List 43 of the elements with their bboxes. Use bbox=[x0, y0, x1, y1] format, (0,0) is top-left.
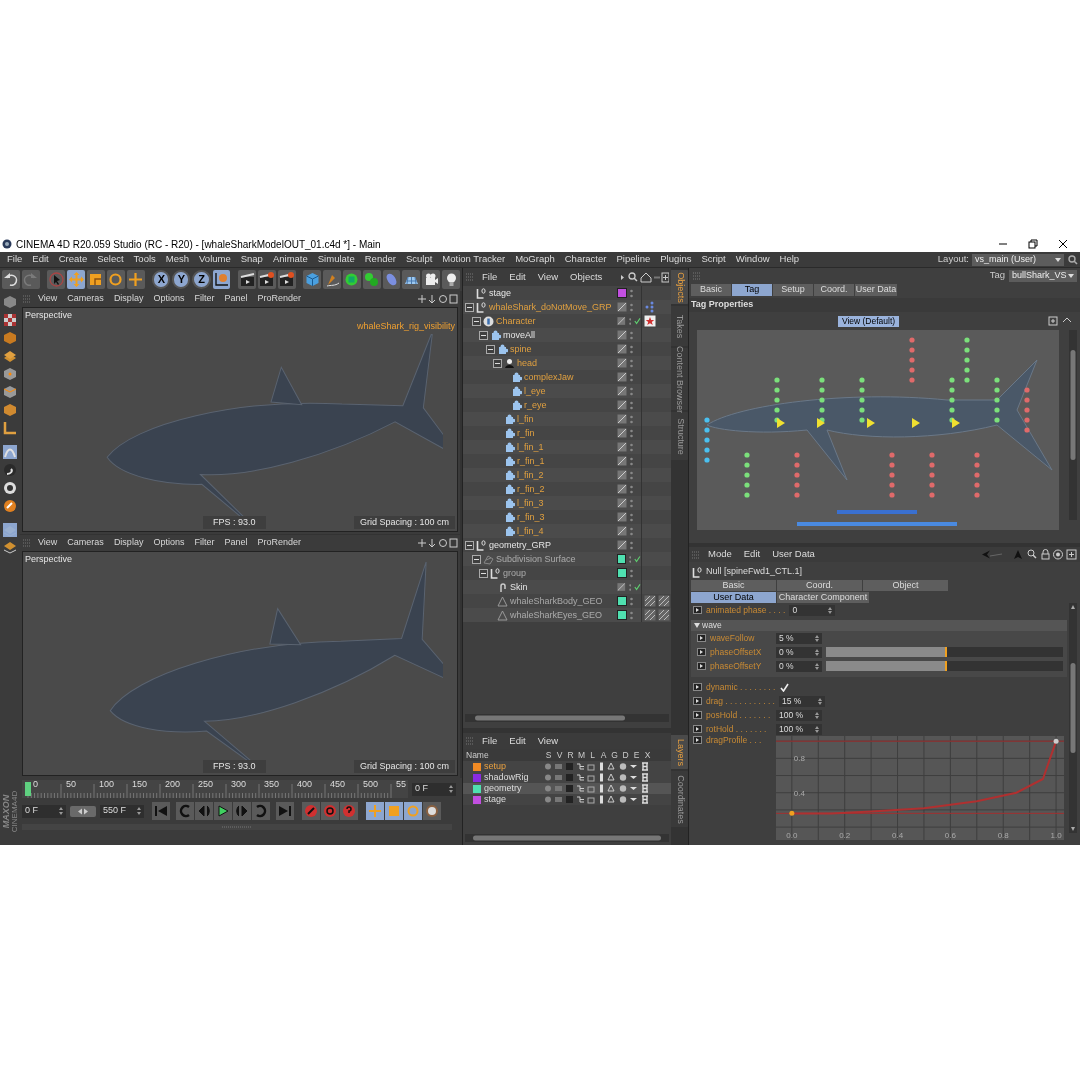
object-title: Null [spineFwd1_CTL.1] bbox=[706, 565, 803, 579]
frame-label: 50 bbox=[66, 780, 76, 789]
frame-label: 150 bbox=[132, 780, 148, 789]
parameter-label: rotHold . . . . . . . bbox=[706, 724, 767, 734]
fps-readout: FPS : 93.0 bbox=[203, 515, 266, 529]
frame-label: 55 bbox=[396, 780, 406, 789]
tick-label: 0.8 bbox=[793, 754, 805, 764]
frame-label: 300 bbox=[231, 780, 247, 789]
type-label: Tag bbox=[989, 268, 1005, 283]
layout-label: Layout: bbox=[937, 252, 969, 267]
parameter-label: dragProfile . . . bbox=[706, 736, 762, 745]
tick-label: 1.0 bbox=[1050, 831, 1062, 840]
parameter-label: phaseOffsetY bbox=[710, 661, 762, 671]
parameter-label: phaseOffsetX bbox=[710, 647, 762, 657]
tick-label: 0.0 bbox=[786, 831, 798, 840]
grid-spacing-readout: Grid Spacing : 100 cm bbox=[353, 515, 455, 529]
tick-label: 0.4 bbox=[892, 831, 904, 840]
fps-readout: FPS : 93.0 bbox=[203, 759, 266, 773]
parameter-label: drag . . . . . . . . . . . bbox=[706, 696, 775, 706]
brand-logo-text: CINEMA4D bbox=[11, 790, 20, 833]
grid-spacing-readout: Grid Spacing : 100 cm bbox=[353, 759, 455, 773]
frame-label: 0 bbox=[33, 780, 38, 789]
window-title: CINEMA 4D R20.059 Studio (RC - R20) - [whaleSharkModelOUT_01.c4d *] - Main bbox=[16, 237, 381, 252]
tick-label: 0.4 bbox=[793, 788, 805, 798]
brand-logo-text: MAXON bbox=[2, 794, 12, 829]
frame-label: 500 bbox=[363, 780, 379, 789]
visibility-label: whaleShark_rig_visibility bbox=[356, 320, 455, 334]
parameter-label: animated phase . . . . bbox=[706, 605, 786, 615]
frame-label: 250 bbox=[198, 780, 214, 789]
parameter-label: dynamic . . . . . . . . bbox=[706, 682, 776, 692]
tick-label: 0.8 bbox=[997, 831, 1009, 840]
tick-label: 0.2 bbox=[839, 831, 851, 840]
frame-label: 400 bbox=[297, 780, 313, 789]
camera-label: Perspective bbox=[25, 553, 73, 566]
tick-label: 0.6 bbox=[944, 831, 956, 840]
camera-label: Perspective bbox=[25, 309, 73, 322]
parameter-label: waveFollow bbox=[710, 633, 755, 643]
frame-label: 350 bbox=[264, 780, 280, 789]
frame-label: 450 bbox=[330, 780, 346, 789]
section-header: Tag Properties bbox=[689, 298, 1080, 312]
parameter-label: posHold . . . . . . . bbox=[706, 710, 771, 720]
frame-label: 200 bbox=[165, 780, 181, 789]
frame-label: 100 bbox=[99, 780, 115, 789]
